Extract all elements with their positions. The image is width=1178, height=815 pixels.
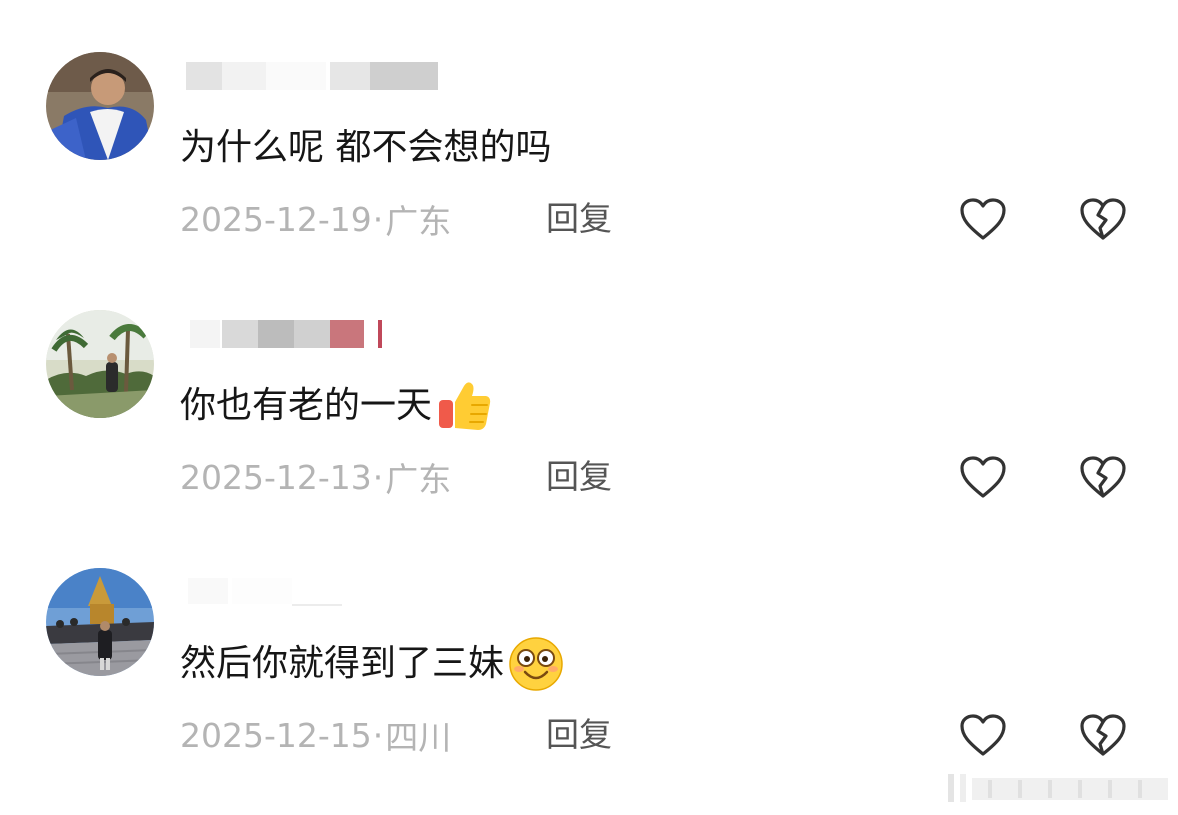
heart-outline-icon[interactable] [958, 712, 1008, 758]
meta-separator: · [372, 199, 384, 239]
heart-outline-icon[interactable] [958, 196, 1008, 242]
broken-heart-outline-icon[interactable] [1078, 712, 1128, 758]
reply-button[interactable]: 回复 [546, 712, 612, 758]
username-blurred[interactable] [182, 574, 352, 608]
avatar[interactable] [46, 52, 154, 160]
avatar[interactable] [46, 568, 154, 676]
username-blurred[interactable] [182, 316, 392, 350]
broken-heart-outline-icon[interactable] [1078, 196, 1128, 242]
avatar[interactable] [46, 310, 154, 418]
meta-separator: · [372, 715, 384, 755]
comment-text: 为什么呢 都不会想的吗 [180, 127, 552, 168]
comment-date: 2025-12-19 [180, 199, 372, 239]
comment-date: 2025-12-15 [180, 715, 372, 755]
comment-date: 2025-12-13 [180, 457, 372, 497]
username-blurred[interactable] [182, 58, 442, 92]
comment-location: 广东 [385, 460, 452, 499]
broken-heart-outline-icon[interactable] [1078, 454, 1128, 500]
smiley-icon [508, 636, 564, 692]
reply-button[interactable]: 回复 [546, 196, 612, 242]
comment-item: 为什么呢 都不会想的吗 2025-12-19 · 广东 回复 [0, 0, 1178, 242]
heart-outline-icon[interactable] [958, 454, 1008, 500]
comment-text: 然后你就得到了三妹 [180, 637, 564, 691]
comment-location: 广东 [385, 202, 452, 241]
watermark [948, 768, 1170, 808]
comment-location: 四川 [385, 718, 452, 757]
comment-meta: 2025-12-19 · 广东 [180, 196, 451, 242]
meta-separator: · [372, 457, 384, 497]
comment-item: 然后你就得到了三妹 2025-12-15 · 四川 回复 [0, 516, 1178, 758]
comment-meta: 2025-12-13 · 广东 [180, 454, 451, 500]
comment-text: 你也有老的一天 [180, 382, 492, 430]
comment-meta: 2025-12-15 · 四川 [180, 712, 451, 758]
reply-button[interactable]: 回复 [546, 454, 612, 500]
comment-item: 你也有老的一天 2025-12-13 · 广东 回复 [0, 258, 1178, 500]
thumbs-up-icon [436, 378, 492, 434]
